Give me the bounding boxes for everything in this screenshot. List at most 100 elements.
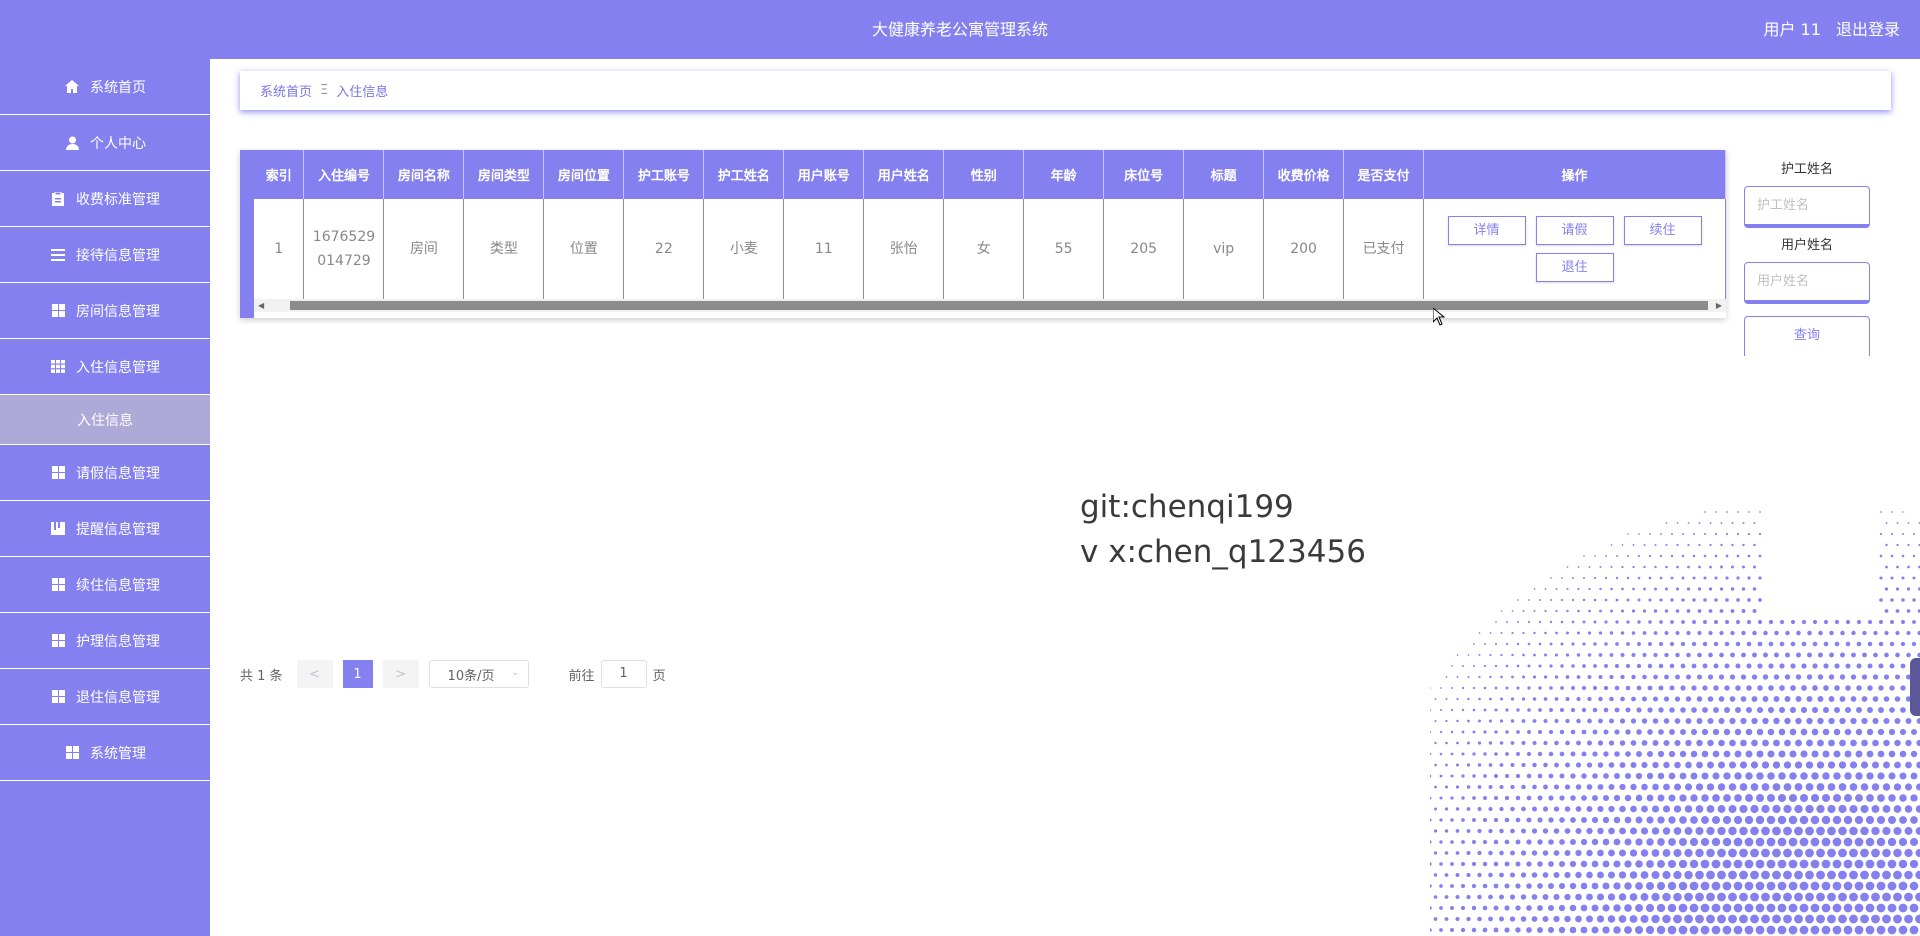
pattern-dot	[1906, 630, 1911, 636]
checkout-button[interactable]: 退住	[1535, 252, 1614, 282]
pattern-dot	[1576, 653, 1581, 657]
pattern-dot	[1637, 576, 1641, 580]
pattern-dot	[1702, 707, 1708, 713]
pattern-dot	[1542, 806, 1549, 812]
pattern-dot	[1725, 598, 1729, 602]
pattern-dot	[1488, 785, 1493, 789]
pattern-dot	[1844, 794, 1852, 802]
pattern-dot	[1697, 652, 1702, 658]
pattern-dot	[1577, 587, 1580, 591]
watermark-line2: v x:chen_q123456	[1080, 534, 1366, 570]
breadcrumb-separator: Ξ	[320, 83, 329, 98]
pattern-dot	[1723, 794, 1731, 802]
pattern-dot	[1794, 914, 1803, 924]
sidebar-item-room[interactable]: 房间信息管理	[0, 283, 210, 339]
pattern-dot	[1843, 881, 1853, 891]
pattern-dot	[1839, 674, 1846, 680]
pattern-dot	[1532, 740, 1537, 746]
table-row[interactable]: 1 1676529 014729 房间 类型 位置 22 小麦 11 张怡 女 5…	[254, 199, 1726, 300]
sidebar-item-extend[interactable]: 续住信息管理	[0, 557, 210, 613]
page-number-button[interactable]: 1	[342, 660, 373, 688]
pattern-dot	[1729, 696, 1736, 702]
pattern-dot	[1720, 565, 1723, 569]
pattern-dot	[1676, 543, 1679, 547]
pattern-dot	[1613, 838, 1621, 846]
pattern-dot	[1750, 914, 1759, 924]
pattern-dot	[1865, 881, 1875, 891]
pattern-dot	[1816, 826, 1825, 836]
pattern-dot	[1553, 784, 1560, 790]
sidebar-subitem-checkin-info[interactable]: 入住信息	[0, 395, 210, 445]
pattern-dot	[1805, 848, 1814, 858]
pattern-dot	[1685, 696, 1692, 702]
pattern-dot	[1896, 565, 1899, 569]
pattern-dot	[1570, 795, 1576, 801]
sidebar-item-system[interactable]: 系统管理	[0, 725, 210, 781]
pattern-dot	[1635, 816, 1643, 824]
prev-page-button[interactable]: <	[296, 660, 333, 688]
pattern-dot	[1586, 784, 1593, 790]
user-name-input[interactable]	[1744, 262, 1870, 304]
sidebar-item-checkin[interactable]: 入住信息管理	[0, 339, 210, 395]
leave-button[interactable]: 请假	[1535, 215, 1614, 245]
sidebar-item-profile[interactable]: 个人中心	[0, 115, 210, 171]
pattern-dot	[1493, 905, 1499, 911]
pattern-dot	[1701, 772, 1709, 780]
goto-page-input[interactable]: 1	[600, 660, 647, 688]
pattern-dot	[1657, 772, 1665, 780]
sidebar-item-fee-standard[interactable]: 收费标准管理	[0, 171, 210, 227]
scroll-right-icon[interactable]: ▶	[1716, 301, 1722, 310]
query-button[interactable]: 查询	[1744, 316, 1870, 356]
pattern-dot	[1887, 903, 1897, 913]
sidebar-item-home[interactable]: 系统首页	[0, 59, 210, 115]
pattern-dot	[1662, 892, 1671, 902]
pattern-dot	[1566, 587, 1569, 591]
horizontal-scrollbar[interactable]: ◀ ▶	[254, 299, 1726, 312]
pattern-dot	[1899, 750, 1907, 758]
pattern-dot	[1747, 554, 1751, 558]
pattern-dot	[1500, 653, 1503, 657]
pattern-dot	[1779, 641, 1785, 647]
pattern-dot	[1700, 837, 1710, 847]
pattern-dot	[1553, 915, 1560, 923]
pattern-dot	[1531, 850, 1538, 856]
floating-side-tab[interactable]	[1910, 658, 1920, 716]
pattern-dot	[1772, 870, 1781, 880]
pattern-dot	[1569, 838, 1577, 846]
pattern-dot	[1671, 533, 1673, 535]
pattern-dot	[1827, 804, 1836, 814]
pattern-dot	[1731, 565, 1734, 569]
scroll-left-icon[interactable]: ◀	[258, 301, 264, 310]
nurse-name-input[interactable]	[1744, 186, 1870, 228]
pattern-dot	[1626, 598, 1630, 602]
pattern-dot	[1444, 851, 1449, 855]
sidebar-item-care[interactable]: 护理信息管理	[0, 613, 210, 669]
pattern-dot	[1526, 817, 1532, 823]
pattern-dot	[1603, 685, 1609, 691]
sidebar-item-reception[interactable]: 接待信息管理	[0, 227, 210, 283]
pattern-dot	[1899, 728, 1907, 736]
pattern-dot	[1752, 630, 1757, 636]
pattern-dot	[1478, 654, 1481, 656]
pattern-dot	[1430, 840, 1432, 844]
sidebar-item-leave[interactable]: 请假信息管理	[0, 445, 210, 501]
pattern-dot	[1713, 685, 1719, 691]
pattern-dot	[1581, 685, 1587, 691]
pattern-dot	[1849, 870, 1858, 880]
next-page-button[interactable]: >	[382, 660, 419, 688]
pattern-dot	[1647, 707, 1653, 713]
pattern-dot	[1570, 707, 1576, 713]
extend-button[interactable]: 续住	[1623, 215, 1702, 245]
pattern-dot	[1576, 675, 1581, 679]
pattern-dot	[1840, 652, 1845, 658]
pattern-dot	[1466, 894, 1471, 900]
sidebar-item-reminder[interactable]: 提醒信息管理	[0, 501, 210, 557]
scrollbar-thumb[interactable]	[290, 301, 1708, 310]
page-size-select[interactable]: 10条/页 ⌄	[428, 660, 529, 688]
detail-button[interactable]: 详情	[1447, 215, 1526, 245]
pattern-dot	[1774, 652, 1779, 658]
logout-link[interactable]: 退出登录	[1836, 20, 1900, 39]
pattern-dot	[1745, 772, 1753, 780]
sidebar-item-checkout[interactable]: 退住信息管理	[0, 669, 210, 725]
breadcrumb-home[interactable]: 系统首页	[260, 81, 312, 100]
